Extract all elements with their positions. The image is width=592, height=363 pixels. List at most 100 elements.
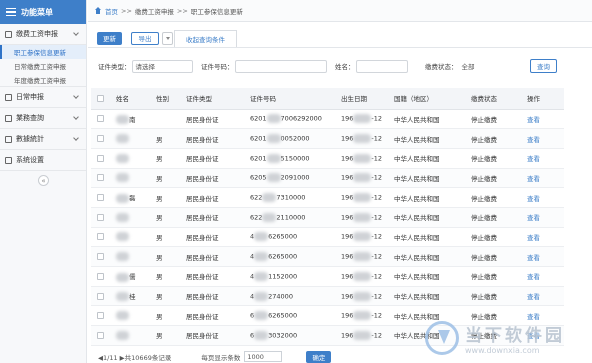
col-header-gender[interactable]: 性别: [156, 88, 186, 110]
table-row[interactable]: 磊 男居民身份证 622 7310000 196 -12 中华人民共和国 停止缴费 查看: [91, 187, 564, 208]
sidebar-item-daily-wage[interactable]: 日常缴费工资申报: [0, 59, 86, 73]
masked-text: [353, 134, 372, 144]
view-link[interactable]: 查看: [527, 109, 564, 130]
export-dropdown-toggle[interactable]: [162, 31, 173, 45]
row-checkbox[interactable]: [97, 174, 104, 182]
view-link[interactable]: 查看: [527, 207, 564, 228]
table-row[interactable]: 男居民身份证 622 2110000 196 -12 中华人民共和国 停止缴费 查看: [91, 207, 564, 228]
cell-status: 停止缴费: [471, 246, 527, 267]
sidebar-item-annual-wage[interactable]: 年度缴费工资申报: [0, 73, 86, 87]
select-all-checkbox[interactable]: [97, 94, 104, 102]
table-row[interactable]: 南 居民身份证 6201 7006292000 196 -12 中华人民共和国 停止缴费 查看: [91, 109, 564, 130]
cell-cert-no: 6201 7006292000: [250, 109, 341, 130]
name-input[interactable]: [355, 59, 408, 73]
birth-head: 196: [341, 114, 354, 123]
table-row[interactable]: 男居民身份证 6201 0052000 196 -12 中华人民共和国 停止缴费 查看: [91, 128, 564, 149]
sidebar-item-insured-update[interactable]: 职工参保信息更新: [0, 45, 86, 59]
export-button[interactable]: 导出: [131, 31, 159, 45]
filter-cert-type: 证件类型： 请选择: [98, 59, 193, 73]
view-link[interactable]: 查看: [527, 168, 564, 189]
row-checkbox[interactable]: [97, 233, 104, 241]
col-header-cert-no[interactable]: 证件号码: [250, 88, 341, 110]
col-header-name[interactable]: 姓名: [116, 88, 156, 110]
masked-text: [116, 115, 129, 125]
sidebar-group-daily-declare[interactable]: 日常申报: [0, 87, 86, 108]
cell-cert-no: 4 6265000: [250, 227, 341, 248]
sidebar-group-business-query[interactable]: 業務查詢: [0, 108, 86, 129]
cell-name: [116, 227, 156, 248]
col-header-cert-type[interactable]: 证件类型: [186, 88, 250, 110]
masked-text: [353, 193, 372, 203]
cell-gender: 男: [156, 286, 186, 307]
collapse-sidebar-button[interactable]: «: [38, 175, 49, 186]
row-checkbox[interactable]: [97, 253, 104, 261]
cell-name: [116, 148, 156, 169]
cell-birth: 196 -12: [341, 266, 394, 287]
id-tail: 6265000: [268, 311, 298, 320]
tab-collapse-query-conditions[interactable]: 收起查询条件: [174, 30, 237, 47]
table-row[interactable]: 男居民身份证 4 6265000 196 -12 中华人民共和国 停止缴费 查看: [91, 246, 564, 267]
cell-birth: 196 -12: [341, 168, 394, 189]
id-tail: 6265000: [268, 252, 298, 261]
filter-cert-no: 证件号码：: [201, 59, 327, 73]
view-link[interactable]: 查看: [527, 286, 564, 307]
query-button[interactable]: 查询: [530, 59, 557, 73]
id-tail: 274000: [268, 292, 293, 301]
cell-nation: 中华人民共和国: [394, 148, 471, 169]
cell-birth: 196 -12: [341, 207, 394, 228]
masked-text: [116, 193, 129, 203]
update-button[interactable]: 更新: [97, 31, 122, 45]
view-link[interactable]: 查看: [527, 128, 564, 149]
view-link[interactable]: 查看: [527, 227, 564, 248]
col-header-nation[interactable]: 国籍（地区）: [394, 88, 471, 110]
table-row[interactable]: 男居民身份证 4 6265000 196 -12 中华人民共和国 停止缴费 查看: [91, 227, 564, 248]
cert-type-select[interactable]: 请选择: [131, 59, 193, 73]
cell-nation: 中华人民共和国: [394, 227, 471, 248]
pager-summary[interactable]: ◀1/11 ▶共10669条记录: [98, 352, 171, 362]
masked-text: [353, 114, 372, 124]
cert-no-input[interactable]: [234, 59, 327, 73]
birth-tail: -12: [371, 154, 383, 163]
row-checkbox[interactable]: [97, 213, 104, 221]
view-link[interactable]: 查看: [527, 187, 564, 208]
tab-divider: [88, 47, 592, 48]
cell-cert-no: 6 3032000: [250, 325, 341, 346]
breadcrumb-home-link[interactable]: 首页: [105, 6, 118, 16]
cell-nation: 中华人民共和国: [394, 128, 471, 149]
view-link[interactable]: 查看: [527, 266, 564, 287]
sidebar-title: 功能菜单: [21, 7, 53, 17]
row-checkbox[interactable]: [97, 115, 104, 123]
table-row[interactable]: 男居民身份证 6205 2091000 196 -12 中华人民共和国 停止缴费 查看: [91, 168, 564, 189]
table-row[interactable]: 桂 男居民身份证 4 274000 196 -12 中华人民共和国 停止缴费 查看: [91, 286, 564, 307]
birth-tail: -12: [371, 193, 383, 202]
table-row[interactable]: 儒 男居民身份证 4 1152000 196 -12 中华人民共和国 停止缴费 查看: [91, 266, 564, 287]
table-row[interactable]: 男居民身份证 6201 5150000 196 -12 中华人民共和国 停止缴费 查看: [91, 148, 564, 169]
cell-nation: 中华人民共和国: [394, 286, 471, 307]
cell-nation: 中华人民共和国: [394, 246, 471, 267]
menu-icon: [6, 8, 16, 16]
breadcrumb-level2[interactable]: 缴费工资申报: [135, 6, 174, 16]
cert-type-value: 请选择: [135, 63, 156, 71]
row-checkbox[interactable]: [97, 292, 104, 300]
col-header-birth[interactable]: 出生日期: [341, 88, 394, 110]
sidebar-group-settings[interactable]: 系统设置: [0, 150, 86, 171]
row-checkbox[interactable]: [97, 135, 104, 143]
sidebar-group-wage-declare[interactable]: 缴费工资申报: [0, 24, 86, 45]
masked-text: [353, 232, 372, 242]
col-header-status[interactable]: 缴费状态: [471, 88, 527, 110]
chevron-down-icon: [73, 135, 79, 141]
sidebar-group-statistics[interactable]: 數據統計: [0, 129, 86, 150]
view-link[interactable]: 查看: [527, 246, 564, 267]
row-checkbox[interactable]: [97, 312, 104, 320]
row-checkbox[interactable]: [97, 272, 104, 280]
pager-confirm-button[interactable]: 确定: [306, 350, 332, 363]
row-checkbox[interactable]: [97, 194, 104, 202]
sidebar-header: 功能菜单: [0, 0, 86, 24]
row-checkbox[interactable]: [97, 154, 104, 162]
page-size-input[interactable]: 1000: [244, 351, 283, 362]
row-checkbox[interactable]: [97, 331, 104, 339]
status-select[interactable]: 全部: [458, 59, 511, 73]
birth-head: 196: [341, 134, 354, 143]
view-link[interactable]: 查看: [527, 148, 564, 169]
id-tail: 0052000: [280, 134, 310, 143]
